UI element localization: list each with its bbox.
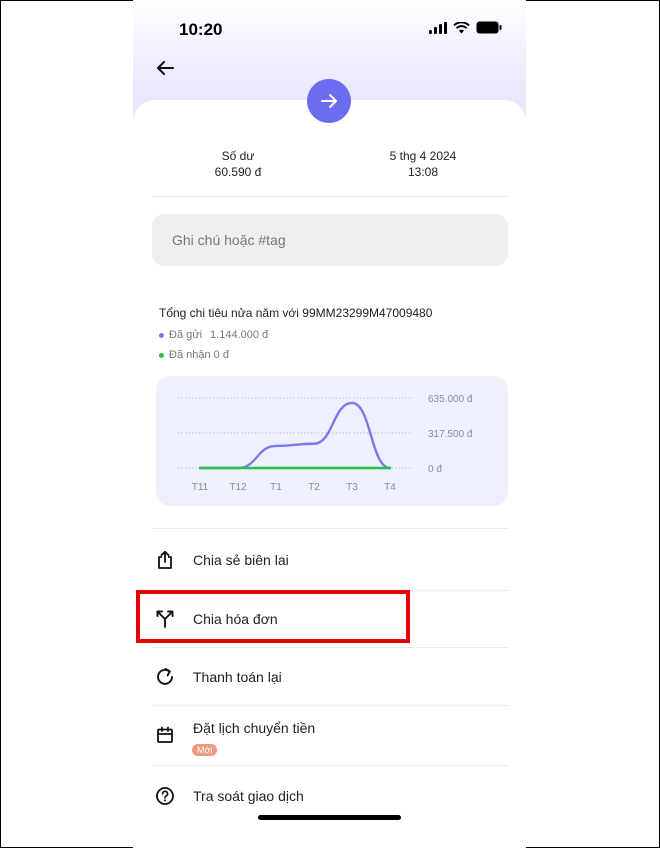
help-icon — [155, 786, 175, 806]
x-tick-label: T2 — [308, 482, 320, 493]
note-placeholder: Ghi chú hoặc #tag — [172, 232, 286, 248]
x-tick-label: T11 — [192, 482, 209, 493]
legend-sent: Đã gửi 1.144.000 đ — [159, 329, 268, 341]
legend-received: Đã nhận 0 đ — [159, 349, 229, 361]
calendar-icon — [155, 725, 175, 745]
status-time: 10:20 — [179, 20, 223, 39]
back-arrow-icon[interactable] — [153, 56, 177, 80]
balance-value: 60.590 đ — [214, 165, 262, 179]
arrow-right-icon — [321, 94, 337, 108]
summary-title: Tổng chi tiêu nửa năm với 99MM23299M4700… — [159, 306, 433, 320]
y-tick-label: 0 đ — [428, 464, 442, 475]
signal-icon — [429, 21, 447, 34]
wifi-icon — [453, 21, 470, 33]
note-input[interactable]: Ghi chú hoặc #tag — [152, 214, 508, 266]
info-row: Số dư 60.590 đ 5 thg 4 2024 13:08 — [133, 148, 526, 188]
x-tick-label: T3 — [346, 482, 358, 493]
divider — [151, 765, 508, 766]
x-tick-label: T12 — [229, 482, 247, 493]
menu-label: Chia sẻ biên lai — [193, 552, 289, 568]
transfer-direction-button[interactable] — [307, 79, 351, 123]
sent-label: Đã gửi — [169, 329, 203, 341]
battery-icon — [476, 21, 502, 34]
balance-block: Số dư 60.590 đ — [193, 148, 283, 180]
divider — [151, 528, 508, 529]
divider — [151, 705, 508, 706]
sent-value: 1.144.000 đ — [210, 329, 269, 341]
balance-label: Số dư — [221, 149, 255, 163]
menu-label: Đặt lịch chuyển tiền — [193, 720, 316, 736]
home-indicator — [258, 815, 401, 820]
transaction-date: 5 thg 4 2024 — [389, 149, 457, 163]
spending-chart: 635.000 đ 317.500 đ 0 đ T11 T12 T1 T2 T3 T4 — [156, 376, 508, 506]
y-tick-label: 317.500 đ — [428, 429, 473, 440]
chart-svg: 635.000 đ 317.500 đ 0 đ T11 T12 T1 T2 T3 T4 — [178, 394, 473, 493]
divider — [151, 196, 508, 197]
transaction-time: 13:08 — [407, 165, 439, 179]
x-tick-label: T1 — [270, 482, 282, 493]
status-icons — [429, 21, 502, 34]
menu-schedule-transfer[interactable]: Đặt lịch chuyển tiền Mới — [133, 707, 526, 763]
menu-share-receipt[interactable]: Chia sẻ biên lai — [133, 532, 526, 588]
menu-pay-again[interactable]: Thanh toán lại — [133, 649, 526, 705]
series-line-sent — [198, 401, 392, 470]
x-tick-label: T4 — [384, 482, 396, 493]
menu-label: Tra soát giao dịch — [193, 788, 304, 804]
new-badge: Mới — [192, 744, 218, 756]
received-label: Đã nhận 0 đ — [169, 349, 229, 361]
divider — [151, 647, 508, 648]
repeat-icon — [155, 667, 175, 687]
share-icon — [155, 550, 175, 570]
datetime-block: 5 thg 4 2024 13:08 — [373, 148, 473, 180]
received-dot — [159, 352, 164, 358]
y-tick-label: 635.000 đ — [428, 394, 473, 405]
menu-label: Thanh toán lại — [193, 669, 282, 685]
highlight-box — [136, 590, 410, 643]
phone-screen: 10:20 Số dư 60.590 đ 5 thg 4 2024 13:08 … — [133, 0, 526, 848]
sent-dot — [159, 332, 164, 338]
